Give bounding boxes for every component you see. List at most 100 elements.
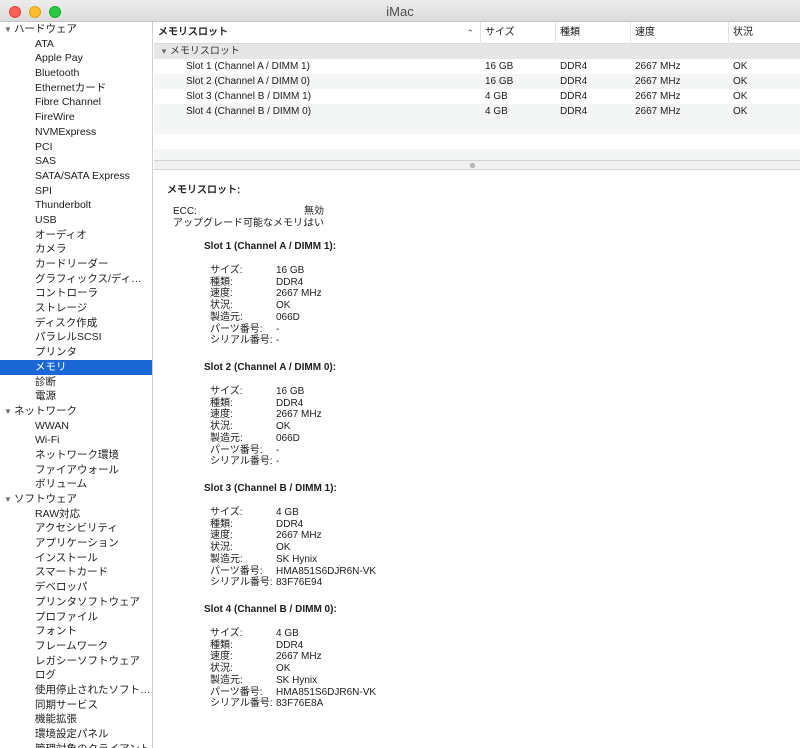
slot-field-row: 状況: OK: [210, 300, 510, 312]
sidebar-item[interactable]: カードリーダー: [0, 257, 152, 272]
sidebar-group-2[interactable]: ▼ ソフトウェア: [0, 492, 152, 507]
sidebar-item[interactable]: アプリケーション: [0, 536, 152, 551]
sidebar-item[interactable]: USB: [0, 213, 152, 228]
splitter-handle-icon[interactable]: [470, 163, 475, 168]
sidebar-item[interactable]: インストール: [0, 551, 152, 566]
sidebar-group-0[interactable]: ▼ ハードウェア: [0, 22, 152, 37]
slot-field-value: 066D: [276, 311, 300, 323]
sidebar-item[interactable]: Thunderbolt: [0, 198, 152, 213]
sidebar-item[interactable]: Apple Pay: [0, 51, 152, 66]
sidebar-item[interactable]: FireWire: [0, 110, 152, 125]
slot-field-row: 状況: OK: [210, 542, 510, 554]
disclosure-triangle-icon[interactable]: ▼: [4, 23, 14, 37]
pane-splitter[interactable]: [154, 160, 800, 170]
sidebar-item[interactable]: SPI: [0, 184, 152, 199]
sidebar-item[interactable]: Ethernetカード: [0, 81, 152, 96]
sidebar-item[interactable]: アクセシビリティ: [0, 521, 152, 536]
sidebar-item[interactable]: フォント: [0, 624, 152, 639]
sidebar-item[interactable]: ログ: [0, 668, 152, 683]
sidebar-item[interactable]: レガシーソフトウェア: [0, 654, 152, 669]
column-header-status[interactable]: 状況: [729, 22, 800, 44]
slot-field-value: HMA851S6DJR6N-VK: [276, 686, 377, 698]
sidebar-item[interactable]: メモリ: [0, 359, 152, 375]
sidebar-group-1[interactable]: ▼ ネットワーク: [0, 404, 152, 419]
sidebar-item[interactable]: コントローラ: [0, 286, 152, 301]
slot-field-row: 製造元: SK Hynix: [210, 554, 510, 566]
table-cell-speed: 2667 MHz: [635, 106, 681, 117]
sidebar-item[interactable]: グラフィックス/ディス…: [0, 272, 152, 287]
sidebar-item[interactable]: 電源: [0, 389, 152, 404]
sidebar-item[interactable]: スマートカード: [0, 565, 152, 580]
table-cell-speed: 2667 MHz: [635, 61, 681, 72]
sidebar-item[interactable]: Wi-Fi: [0, 433, 152, 448]
sidebar-item[interactable]: 環境設定パネル: [0, 727, 152, 742]
slot-field-value: 2667 MHz: [276, 409, 322, 421]
slot-field-row: サイズ: 16 GB: [210, 265, 510, 277]
slot-field-key: シリアル番号:: [210, 335, 273, 347]
slot-field-value: DDR4: [276, 276, 304, 288]
slot-field-row: 製造元: 066D: [210, 433, 510, 445]
column-header-size[interactable]: サイズ: [481, 22, 556, 44]
slot-field-row: 状況: OK: [210, 663, 510, 675]
slot-field-row: 種類: DDR4: [210, 398, 510, 410]
disclosure-triangle-icon[interactable]: ▼: [160, 47, 168, 56]
sidebar-item[interactable]: ストレージ: [0, 301, 152, 316]
slot-title: Slot 3 (Channel B / DIMM 1):: [204, 483, 337, 494]
table-cell-status: OK: [733, 61, 748, 72]
slot-field-row: サイズ: 16 GB: [210, 386, 510, 398]
slot-field-key: 状況:: [210, 300, 233, 312]
sidebar-item[interactable]: プリンタソフトウェア: [0, 595, 152, 610]
sidebar-item[interactable]: カメラ: [0, 242, 152, 257]
table-cell-size: 4 GB: [485, 106, 508, 117]
sidebar-item[interactable]: Bluetooth: [0, 66, 152, 81]
slot-field-row: 状況: OK: [210, 421, 510, 433]
slot-field-key: パーツ番号:: [210, 444, 263, 456]
column-header-type[interactable]: 種類: [556, 22, 631, 44]
slot-field-row: 速度: 2667 MHz: [210, 409, 510, 421]
sidebar-item[interactable]: 同期サービス: [0, 698, 152, 713]
sidebar-item[interactable]: Fibre Channel: [0, 95, 152, 110]
sidebar-item[interactable]: WWAN: [0, 419, 152, 434]
disclosure-triangle-icon[interactable]: ▼: [4, 405, 14, 419]
sidebar-item[interactable]: 機能拡張: [0, 712, 152, 727]
slot-field-row: サイズ: 4 GB: [210, 507, 510, 519]
sidebar-item[interactable]: ディスク作成: [0, 316, 152, 331]
column-header-name[interactable]: メモリスロット ⌃: [154, 22, 481, 44]
table-row[interactable]: Slot 2 (Channel A / DIMM 0) 16 GB DDR4 2667…: [154, 74, 800, 89]
slot-field-key: シリアル番号:: [210, 577, 273, 589]
column-header-speed[interactable]: 速度: [631, 22, 729, 44]
slot-field-key: 製造元:: [210, 674, 243, 686]
sidebar-item[interactable]: プリンタ: [0, 345, 152, 360]
sidebar-item[interactable]: パラレルSCSI: [0, 330, 152, 345]
memory-slot-table[interactable]: メモリスロット ⌃ サイズ 種類 速度 状況 ▼ メモリスロット Slot 1 (…: [154, 22, 800, 164]
sidebar-item[interactable]: オーディオ: [0, 228, 152, 243]
sidebar-item[interactable]: フレームワーク: [0, 639, 152, 654]
slot-field-key: 速度:: [210, 530, 233, 542]
table-row[interactable]: Slot 1 (Channel A / DIMM 1) 16 GB DDR4 2667…: [154, 59, 800, 74]
sidebar-item[interactable]: SATA/SATA Express: [0, 169, 152, 184]
sidebar-item[interactable]: RAW対応: [0, 507, 152, 522]
sidebar-item[interactable]: PCI: [0, 140, 152, 155]
table-row[interactable]: Slot 3 (Channel B / DIMM 1) 4 GB DDR4 2667 …: [154, 89, 800, 104]
slot-field-row: パーツ番号: HMA851S6DJR6N-VK: [210, 566, 510, 578]
sidebar-item[interactable]: 診断: [0, 375, 152, 390]
slot-field-value: OK: [276, 663, 291, 675]
sidebar-item[interactable]: プロファイル: [0, 610, 152, 625]
sidebar-item[interactable]: SAS: [0, 154, 152, 169]
sidebar-item[interactable]: ボリューム: [0, 477, 152, 492]
sidebar-item[interactable]: デベロッパ: [0, 580, 152, 595]
slot-field-value: -: [276, 444, 280, 456]
slot-field-key: 製造元:: [210, 553, 243, 565]
sidebar-item[interactable]: ネットワーク環境: [0, 448, 152, 463]
sidebar-item[interactable]: 使用停止されたソフトウ…: [0, 683, 152, 698]
table-row[interactable]: Slot 4 (Channel B / DIMM 0) 4 GB DDR4 2667 …: [154, 104, 800, 119]
disclosure-triangle-icon[interactable]: ▼: [4, 493, 14, 507]
sidebar-item[interactable]: ファイアウォール: [0, 463, 152, 478]
table-group-row[interactable]: ▼ メモリスロット: [154, 44, 800, 59]
sidebar-item[interactable]: 管理対象のクライアント: [0, 742, 152, 748]
slot-field-key: 状況:: [210, 421, 233, 433]
slot-field-row: パーツ番号: -: [210, 324, 510, 336]
sidebar-item[interactable]: NVMExpress: [0, 125, 152, 140]
sidebar[interactable]: ▼ ハードウェア ATA Apple Pay Bluetooth Ethernetカード F…: [0, 22, 153, 748]
sidebar-item[interactable]: ATA: [0, 37, 152, 52]
